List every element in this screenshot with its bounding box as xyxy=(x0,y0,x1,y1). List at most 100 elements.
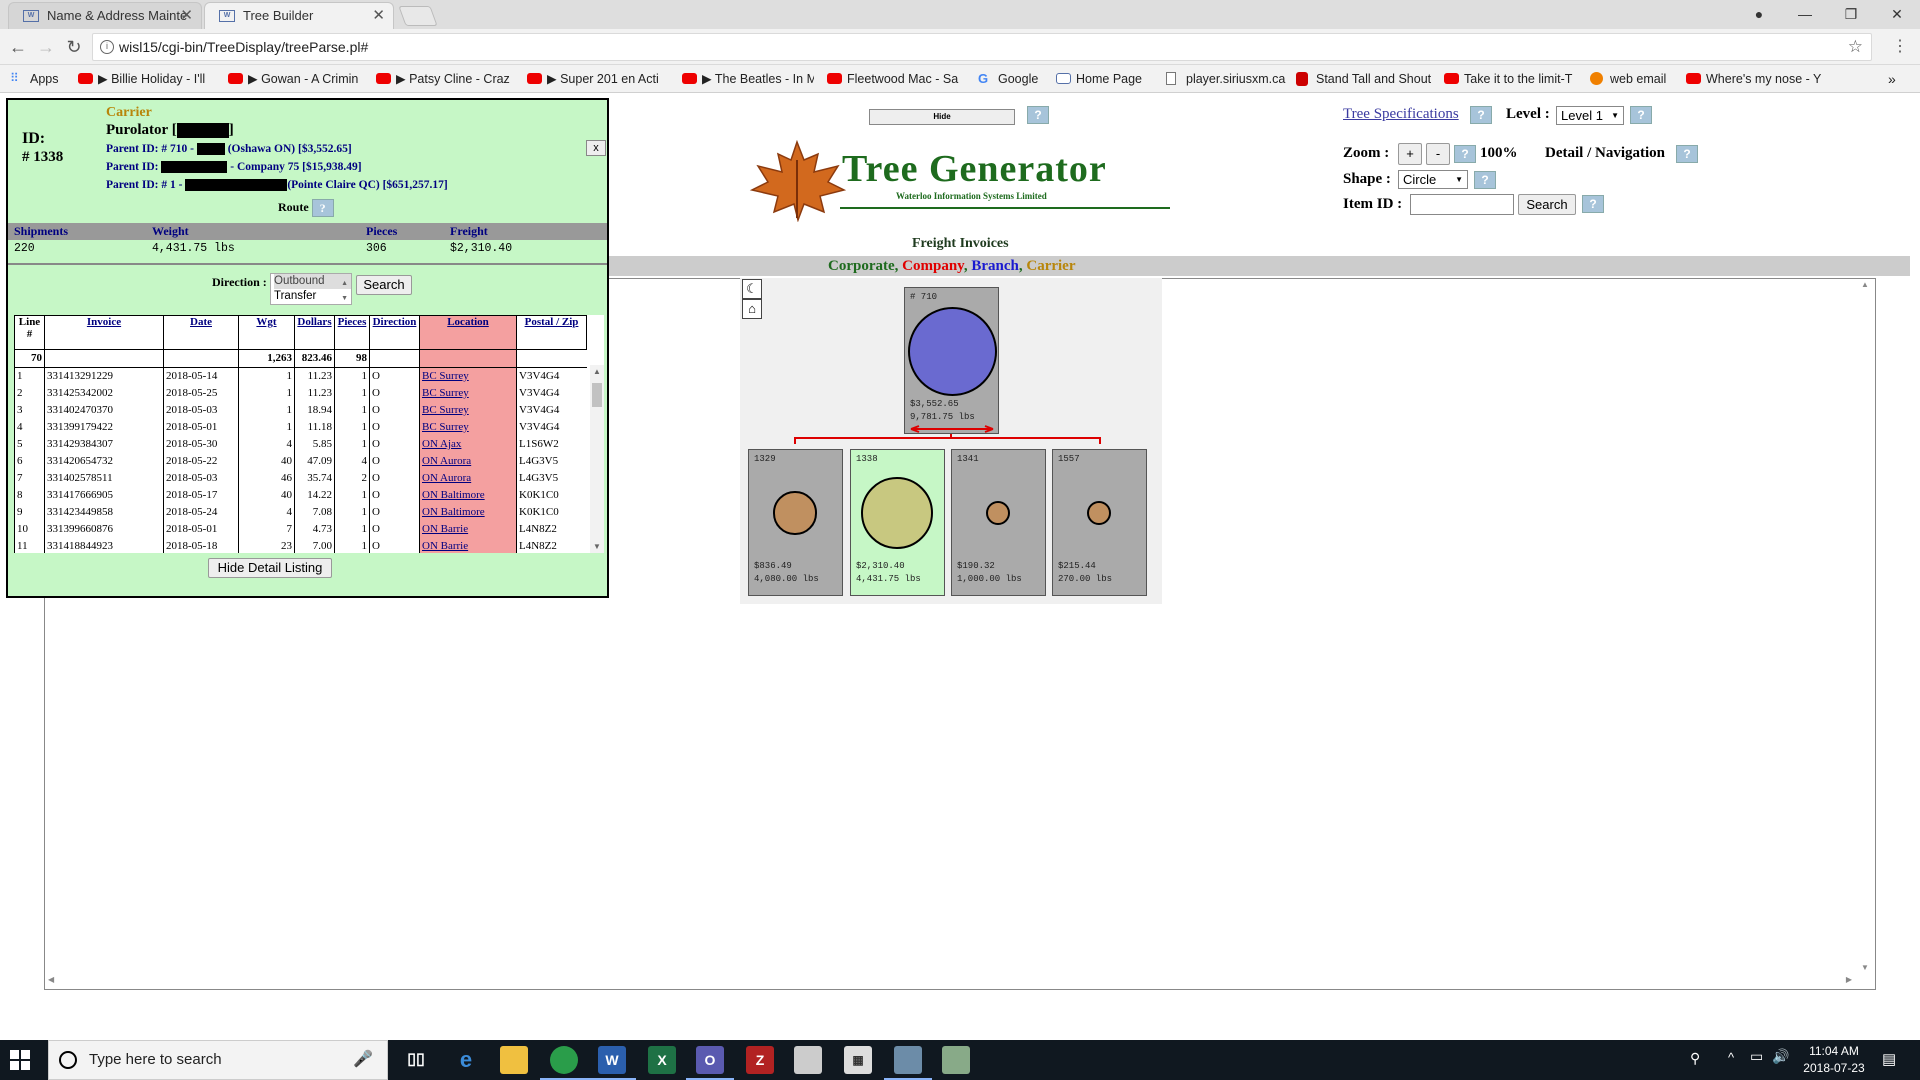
bookmark-item[interactable]: ▶ Super 201 en Acti xyxy=(527,70,665,88)
tree-specifications-link[interactable]: Tree Specifications xyxy=(1343,106,1459,123)
canvas-vertical-scrollbar[interactable]: ▲ ▼ xyxy=(1856,280,1874,972)
calculator-icon[interactable]: ▦ xyxy=(844,1046,872,1074)
close-tab-icon[interactable]: ✕ xyxy=(372,3,385,29)
word-icon[interactable]: W xyxy=(588,1046,636,1080)
col-invoice[interactable]: Invoice xyxy=(44,315,164,350)
more-bookmarks-icon[interactable]: » xyxy=(1888,70,1912,88)
table-row[interactable]: 8 331417666905 2018-05-17 40 14.22 1 O ON Balti… xyxy=(14,487,587,504)
close-window-icon[interactable]: ✕ xyxy=(1874,0,1920,28)
app-icon[interactable] xyxy=(884,1046,932,1080)
tray-chevron-icon[interactable]: ^ xyxy=(1728,1050,1734,1065)
cell-location[interactable]: BC Surrey xyxy=(419,385,517,402)
table-row[interactable]: 9 331423449858 2018-05-24 4 7.08 1 O ON Baltimo… xyxy=(14,504,587,521)
bookmark-item[interactable]: player.siriusxm.ca xyxy=(1166,70,1292,88)
cell-location[interactable]: ON Baltimore xyxy=(419,504,517,521)
profile-icon[interactable]: ● xyxy=(1736,0,1782,28)
col-direction[interactable]: Direction xyxy=(369,315,420,350)
tree-node-1557[interactable]: 1557 $215.44 270.00 lbs xyxy=(1052,449,1147,596)
scroll-left-icon[interactable]: ◀ xyxy=(48,975,54,984)
minimize-icon[interactable]: — xyxy=(1782,0,1828,28)
bookmark-item[interactable]: ▶ Gowan - A Crimin xyxy=(228,70,364,88)
direction-option[interactable]: Outbound xyxy=(274,274,351,289)
filezilla-icon[interactable]: Z xyxy=(746,1046,774,1074)
tree-node-1341[interactable]: 1341 $190.32 1,000.00 lbs xyxy=(951,449,1046,596)
detail-nav-help-button[interactable]: ? xyxy=(1676,145,1698,163)
cell-location[interactable]: ON Aurora xyxy=(419,453,517,470)
task-view-icon[interactable]: ▯▯ xyxy=(402,1046,430,1074)
microphone-icon[interactable]: 🎤 xyxy=(353,1041,373,1079)
bookmark-item[interactable]: Take it to the limit-T xyxy=(1444,70,1574,88)
zoom-help-button[interactable]: ? xyxy=(1454,145,1476,163)
bookmark-item[interactable]: ▶ The Beatles - In M xyxy=(682,70,814,88)
window-app-icon[interactable] xyxy=(794,1046,822,1074)
close-detail-button[interactable]: x xyxy=(586,140,606,156)
file-explorer-icon[interactable] xyxy=(500,1046,528,1074)
route-help-button[interactable]: ? xyxy=(311,199,334,217)
level-select[interactable]: Level 1 xyxy=(1556,106,1624,125)
table-row[interactable]: 3 331402470370 2018-05-03 1 18.94 1 O BC Surrey… xyxy=(14,402,587,419)
col-location[interactable]: Location xyxy=(419,315,517,350)
bookmark-item[interactable]: ▶ Patsy Cline - Craz xyxy=(376,70,514,88)
table-row[interactable]: 11 331418844923 2018-05-18 23 7.00 1 O ON Barri… xyxy=(14,538,587,553)
bookmark-item[interactable]: web email xyxy=(1590,70,1676,88)
parent-id-line[interactable]: Parent ID: - Company 75 [$15,938.49] xyxy=(106,161,362,174)
table-row[interactable]: 6 331420654732 2018-05-22 40 47.09 4 O ON Auror… xyxy=(14,453,587,470)
col-wgt[interactable]: Wgt xyxy=(238,315,295,350)
col-date[interactable]: Date xyxy=(163,315,239,350)
excel-icon[interactable]: X xyxy=(648,1046,676,1074)
table-row[interactable]: 1 331413291229 2018-05-14 1 11.23 1 O BC Surrey… xyxy=(14,367,587,385)
windows-start-icon[interactable] xyxy=(10,1050,30,1070)
scroll-right-icon[interactable]: ▶ xyxy=(1846,975,1852,984)
scroll-up-icon[interactable]: ▲ xyxy=(1861,280,1869,289)
cell-location[interactable]: ON Barrie xyxy=(419,538,517,553)
parent-id-line[interactable]: Parent ID: # 710 - (Oshawa ON) [$3,552.6… xyxy=(106,143,352,156)
invoice-list[interactable]: Line # Invoice Date Wgt Dollars Pieces D… xyxy=(14,315,604,553)
tab-name-address[interactable]: W Name & Address Mainte ✕ xyxy=(8,2,202,29)
list-scrollbar[interactable]: ▲ ▼ xyxy=(590,365,604,553)
bookmark-apps[interactable]: ⠿ Apps xyxy=(10,70,70,88)
new-tab-button[interactable] xyxy=(398,6,438,26)
table-row[interactable]: 5 331429384307 2018-05-30 4 5.85 1 O ON Ajax L1S… xyxy=(14,436,587,453)
table-row[interactable]: 2 331425342002 2018-05-25 1 11.23 1 O BC Surrey… xyxy=(14,385,587,402)
col-pieces[interactable]: Pieces xyxy=(334,315,370,350)
table-row[interactable]: 7 331402578511 2018-05-03 46 35.74 2 O ON Auror… xyxy=(14,470,587,487)
scroll-down-icon[interactable]: ▼ xyxy=(1861,963,1869,972)
item-id-help-button[interactable]: ? xyxy=(1582,195,1604,213)
hide-button[interactable]: Hide xyxy=(869,109,1015,125)
cell-location[interactable]: ON Aurora xyxy=(419,470,517,487)
bookmark-item[interactable]: Where's my nose - Y xyxy=(1686,70,1824,88)
col-postal[interactable]: Postal / Zip xyxy=(516,315,587,350)
shape-help-button[interactable]: ? xyxy=(1474,171,1496,189)
security-shield-icon[interactable] xyxy=(942,1046,970,1074)
direction-listbox[interactable]: Outbound Transfer ▲ ▼ xyxy=(270,273,352,305)
cell-location[interactable]: BC Surrey xyxy=(419,419,517,436)
network-icon[interactable]: ▭ xyxy=(1750,1048,1763,1065)
taskbar-clock[interactable]: 11:04 AM 2018-07-23 xyxy=(1794,1043,1874,1077)
parent-id-line[interactable]: Parent ID: # 1 - (Pointe Claire QC) [$65… xyxy=(106,179,448,192)
bookmark-item[interactable]: Stand Tall and Shout xyxy=(1296,70,1432,88)
chrome-icon[interactable] xyxy=(540,1046,588,1080)
tree-node-root[interactable]: # 710 $3,552.65 9,781.75 lbs xyxy=(904,287,999,434)
menu-kebab-icon[interactable]: ⋮ xyxy=(1888,35,1912,59)
hide-detail-listing-button[interactable]: Hide Detail Listing xyxy=(208,558,332,578)
col-dollars[interactable]: Dollars xyxy=(294,315,335,350)
bookmark-star-icon[interactable]: ☆ xyxy=(1848,34,1863,60)
tab-tree-builder[interactable]: W Tree Builder ✕ xyxy=(204,2,394,29)
cell-location[interactable]: BC Surrey xyxy=(419,402,517,419)
address-bar[interactable]: i wisl15/cgi-bin/TreeDisplay/treeParse.p… xyxy=(92,33,1872,61)
forward-icon[interactable]: → xyxy=(34,35,58,59)
taskbar-search-input[interactable]: Type here to search 🎤 xyxy=(48,1040,388,1080)
cell-location[interactable]: ON Baltimore xyxy=(419,487,517,504)
volume-icon[interactable]: 🔊 xyxy=(1772,1048,1789,1065)
scroll-down-icon[interactable]: ▼ xyxy=(341,291,348,306)
level-help-button[interactable]: ? xyxy=(1630,106,1652,124)
table-row[interactable]: 4 331399179422 2018-05-01 1 11.18 1 O BC Surrey… xyxy=(14,419,587,436)
zoom-out-button[interactable]: - xyxy=(1426,143,1450,165)
direction-option[interactable]: Transfer xyxy=(274,289,351,304)
scroll-down-icon[interactable]: ▼ xyxy=(593,542,601,551)
restore-icon[interactable]: ❐ xyxy=(1828,0,1874,28)
scroll-thumb[interactable] xyxy=(592,383,602,407)
people-icon[interactable]: ⚲ xyxy=(1690,1050,1700,1067)
help-button[interactable]: ? xyxy=(1027,106,1049,124)
reload-icon[interactable]: ↻ xyxy=(62,35,86,59)
